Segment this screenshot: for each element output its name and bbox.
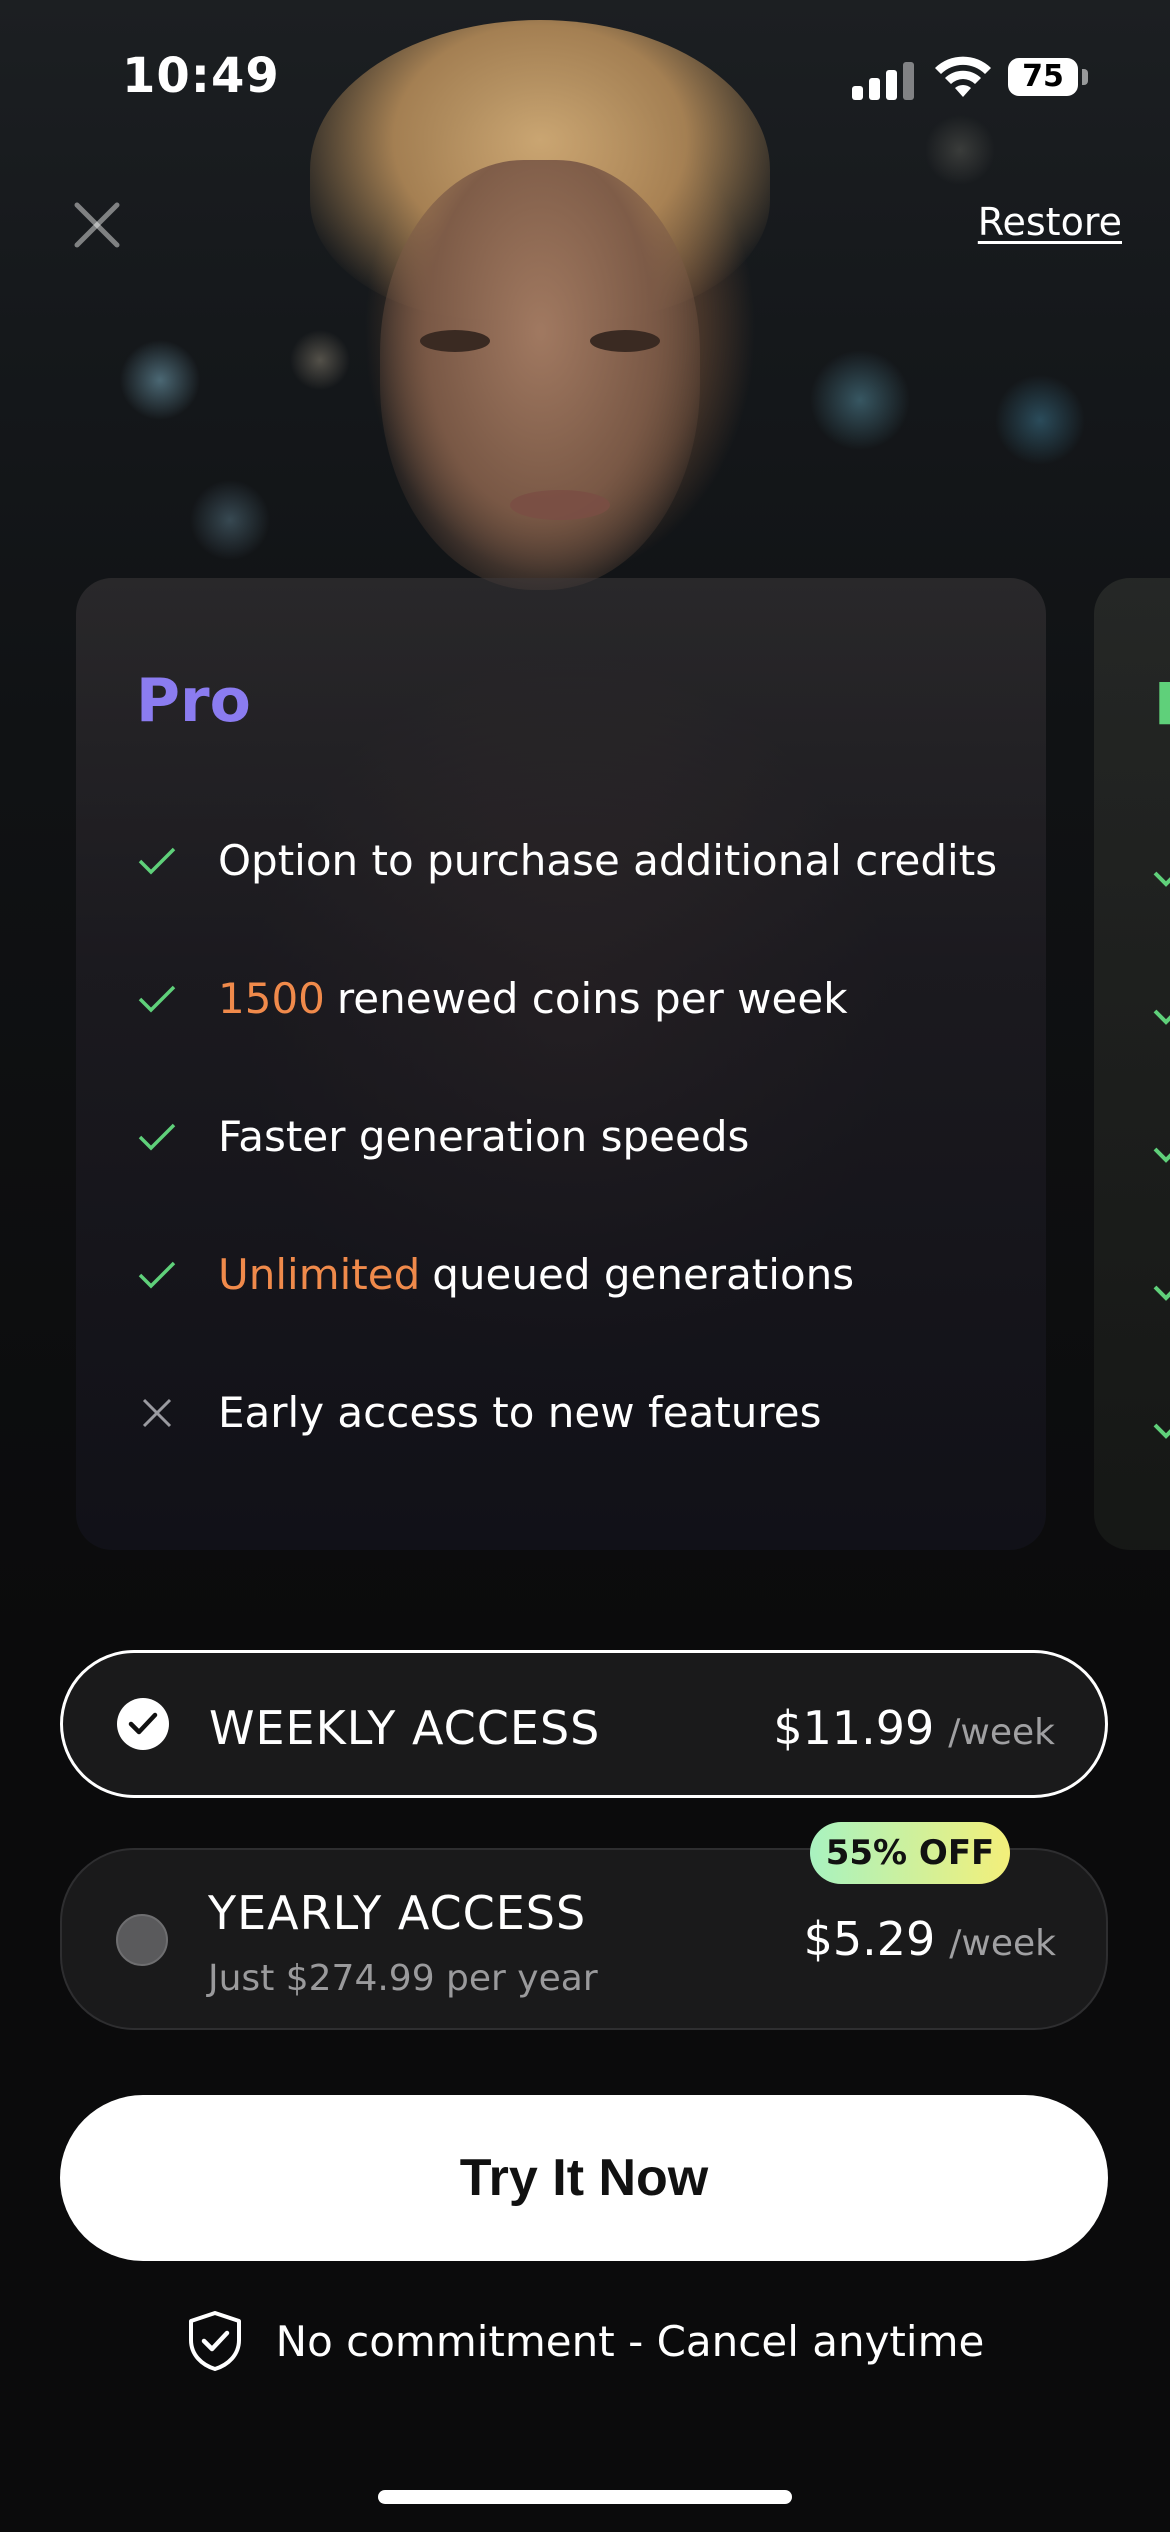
radio-selected-icon <box>117 1698 169 1750</box>
feature-text: Option to purchase additional credits <box>218 836 998 885</box>
feature-highlight: Unlimited <box>218 1250 421 1299</box>
commitment-text: No commitment - Cancel anytime <box>275 2316 985 2366</box>
home-indicator[interactable] <box>378 2490 792 2504</box>
shield-check-icon <box>188 2311 241 2371</box>
commitment-note: No commitment - Cancel anytime <box>0 2310 1170 2372</box>
paywall-screen: 10:49 75 Restore P Pro <box>0 0 1170 2532</box>
hero-lips <box>510 490 610 520</box>
feature-item: Faster generation speeds <box>136 1112 749 1161</box>
next-plan-title: P <box>1154 670 1170 738</box>
check-icon <box>136 1116 178 1158</box>
x-icon <box>136 1392 178 1434</box>
yearly-price-period: /week <box>949 1923 1056 1964</box>
plan-card-pro[interactable]: Pro Option to purchase additional credit… <box>76 578 1046 1550</box>
yearly-option-subtitle: Just $274.99 per year <box>208 1958 598 1999</box>
yearly-price: $5.29 /week <box>804 1912 1056 1966</box>
weekly-price-amount: $11.99 <box>773 1701 935 1755</box>
hero-face <box>380 160 700 590</box>
feature-text: renewed coins per week <box>336 974 848 1023</box>
weekly-price: $11.99 /week <box>773 1701 1055 1755</box>
close-icon <box>74 202 120 248</box>
hero-eye-left <box>420 330 490 352</box>
status-bar: 10:49 75 <box>0 0 1170 150</box>
yearly-price-amount: $5.29 <box>803 1912 936 1966</box>
check-icon <box>136 840 178 882</box>
close-button[interactable] <box>62 190 132 260</box>
restore-purchases-link[interactable]: Restore <box>978 200 1122 244</box>
feature-item: 1500 renewed coins per week <box>136 974 848 1023</box>
check-icon <box>136 978 178 1020</box>
yearly-option-name: YEARLY ACCESS <box>208 1886 587 1940</box>
weekly-price-period: /week <box>948 1712 1055 1753</box>
check-icon <box>1153 1423 1170 1439</box>
status-time: 10:49 <box>122 48 280 104</box>
battery-cap-icon <box>1082 69 1088 85</box>
try-it-now-button[interactable]: Try It Now <box>60 2095 1108 2261</box>
radio-unselected-icon <box>116 1914 168 1966</box>
feature-text: Early access to new features <box>218 1388 822 1437</box>
cellular-signal-icon <box>852 60 916 100</box>
plan-title: Pro <box>136 666 251 736</box>
wifi-icon <box>935 56 991 97</box>
hero-eye-right <box>590 330 660 352</box>
feature-highlight: 1500 <box>218 974 325 1023</box>
feature-text: Faster generation speeds <box>218 1112 750 1161</box>
weekly-access-option[interactable]: WEEKLY ACCESS $11.99 /week <box>60 1650 1108 1798</box>
feature-item: Unlimited queued generations <box>136 1250 854 1299</box>
check-icon <box>1153 1147 1170 1163</box>
feature-item: Early access to new features <box>136 1388 821 1437</box>
check-icon <box>136 1254 178 1296</box>
battery-level: 75 <box>1008 58 1078 96</box>
next-plan-card[interactable]: P <box>1094 578 1170 1550</box>
feature-item: Option to purchase additional credits <box>136 836 997 885</box>
feature-text: queued generations <box>432 1250 855 1299</box>
discount-badge: 55% OFF <box>810 1822 1010 1884</box>
weekly-option-name: WEEKLY ACCESS <box>209 1701 601 1755</box>
check-icon <box>1153 1009 1170 1025</box>
check-icon <box>1153 871 1170 887</box>
check-icon <box>1153 1285 1170 1301</box>
